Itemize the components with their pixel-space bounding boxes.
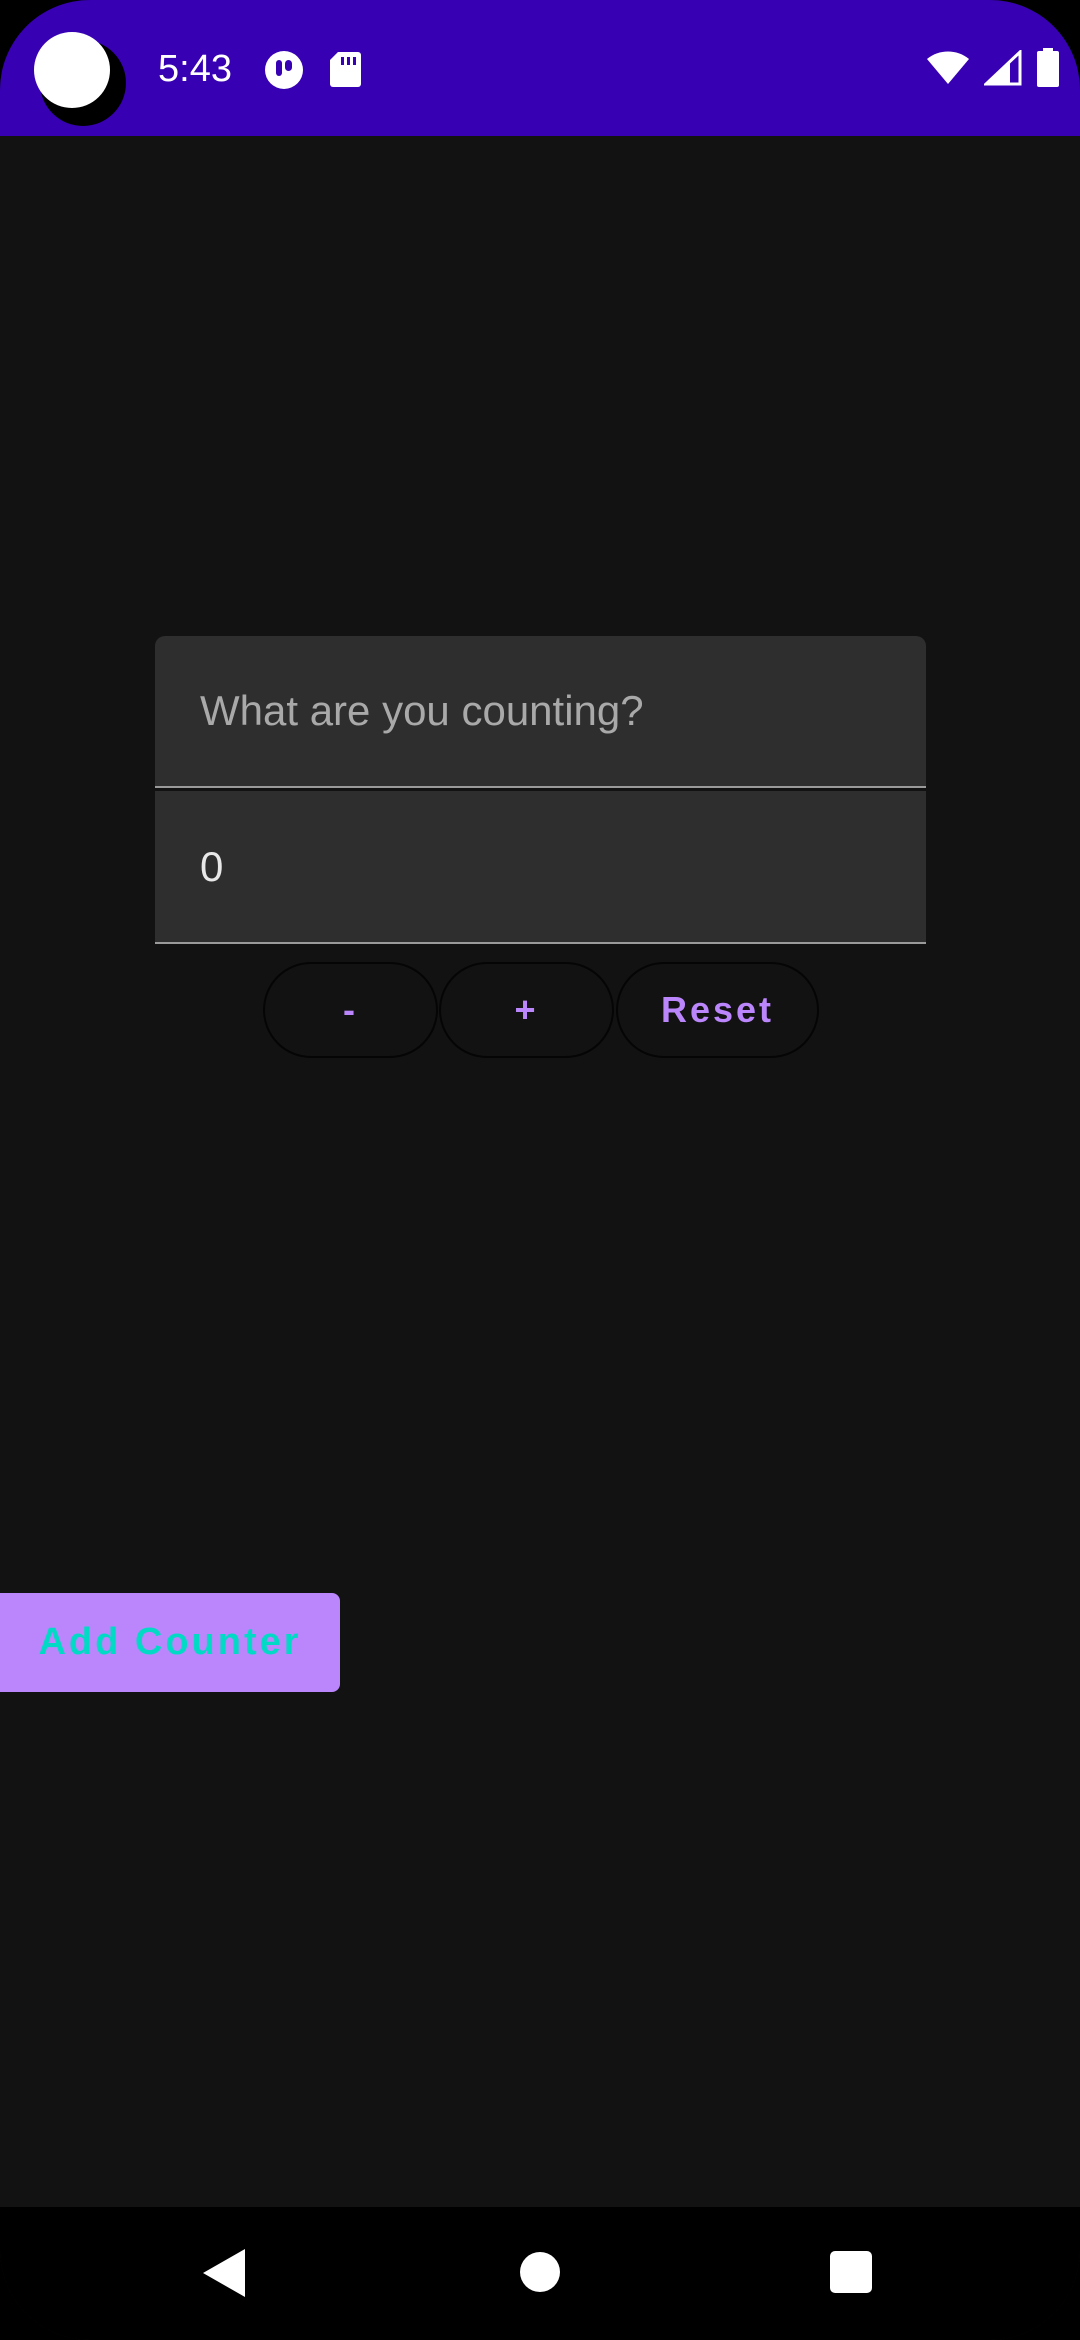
status-bar: 5:43 <box>0 0 1080 136</box>
app-screen: 5:43 What are you counting? 0 - + Reset … <box>0 0 1080 2340</box>
sd-card-icon <box>328 50 362 93</box>
counter-value-input[interactable] <box>200 791 880 942</box>
status-right-icons <box>926 48 1060 93</box>
counter-name-input[interactable] <box>200 636 880 786</box>
increment-button[interactable]: + <box>439 962 614 1058</box>
decrement-button[interactable]: - <box>263 962 438 1058</box>
counter-name-field[interactable] <box>155 636 926 788</box>
camera-icon <box>34 32 110 108</box>
back-icon[interactable] <box>203 2249 245 2297</box>
navigation-bar <box>0 2207 1080 2340</box>
status-time: 5:43 <box>158 48 232 90</box>
notification-icon <box>264 50 304 95</box>
reset-button[interactable]: Reset <box>616 962 819 1058</box>
recents-icon[interactable] <box>830 2251 872 2293</box>
wifi-icon <box>926 50 970 91</box>
add-counter-button[interactable]: Add Counter <box>0 1593 340 1692</box>
battery-icon <box>1036 48 1060 93</box>
home-icon[interactable] <box>520 2252 560 2292</box>
counter-value-field[interactable] <box>155 791 926 944</box>
cell-signal-icon <box>982 48 1022 91</box>
